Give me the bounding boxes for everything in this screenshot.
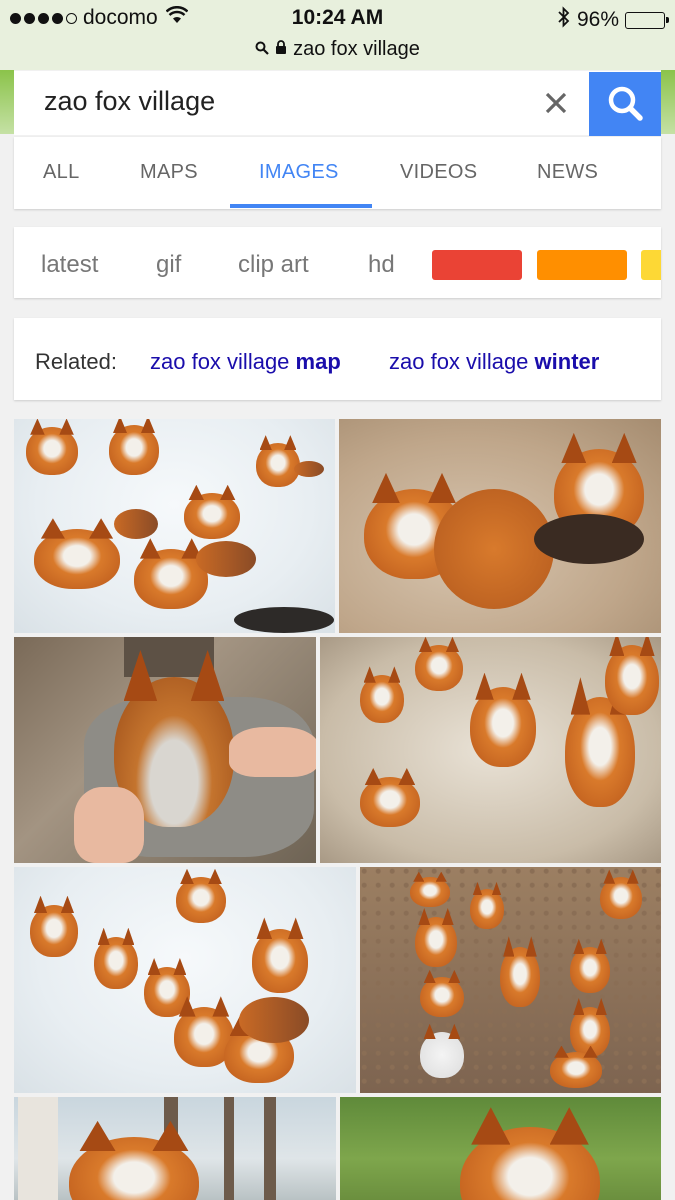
page-edge <box>661 70 675 134</box>
battery-status: 96% <box>557 6 669 34</box>
tab-all[interactable]: ALL <box>43 161 80 184</box>
related-label: Related: <box>35 349 117 374</box>
color-filter-yellow[interactable] <box>641 250 661 280</box>
color-filter-red[interactable] <box>432 250 522 280</box>
lock-icon <box>275 38 287 61</box>
page-edge <box>0 70 14 134</box>
tab-videos[interactable]: VIDEOS <box>400 161 477 184</box>
image-result[interactable] <box>339 419 661 633</box>
chip-clip-art[interactable]: clip art <box>238 251 309 279</box>
color-filter-orange[interactable] <box>537 250 627 280</box>
related-link-text: zao fox village <box>150 349 296 374</box>
search-input[interactable]: zao fox village <box>14 71 661 135</box>
search-tabs: ALL MAPS IMAGES VIDEOS NEWS <box>14 137 661 209</box>
related-link-text: zao fox village <box>389 349 535 374</box>
image-result[interactable] <box>340 1097 661 1200</box>
related-link-bold: winter <box>534 349 600 374</box>
search-query-text[interactable]: zao fox village <box>44 86 215 117</box>
related-link-bold: map <box>295 349 341 374</box>
battery-percent: 96% <box>576 8 619 31</box>
related-link-winter[interactable]: zao fox village winter <box>389 349 599 375</box>
tab-news[interactable]: NEWS <box>537 161 598 184</box>
related-link-map[interactable]: zao fox village map <box>150 349 341 375</box>
chip-latest[interactable]: latest <box>41 251 98 279</box>
image-result[interactable] <box>320 637 661 863</box>
image-result[interactable] <box>14 1097 336 1200</box>
image-result[interactable] <box>14 419 335 633</box>
related-searches: Related: zao fox village map zao fox vil… <box>14 318 661 400</box>
bluetooth-icon <box>557 6 571 34</box>
image-result[interactable] <box>360 867 661 1093</box>
chip-gif[interactable]: gif <box>156 251 181 279</box>
status-bar: docomo 10:24 AM 96% zao fox village <box>0 0 675 70</box>
search-button[interactable] <box>589 72 661 136</box>
tab-maps[interactable]: MAPS <box>140 161 198 184</box>
chip-hd[interactable]: hd <box>368 251 395 279</box>
clear-icon[interactable] <box>542 83 570 123</box>
search-icon <box>255 38 269 61</box>
url-text: zao fox village <box>293 38 420 60</box>
tab-images[interactable]: IMAGES <box>259 161 339 184</box>
active-tab-indicator <box>230 204 372 208</box>
address-bar[interactable]: zao fox village <box>0 38 675 61</box>
image-result[interactable] <box>14 867 356 1093</box>
battery-icon <box>625 11 669 29</box>
filter-chips: latest gif clip art hd <box>14 227 661 298</box>
image-result[interactable] <box>14 637 316 863</box>
